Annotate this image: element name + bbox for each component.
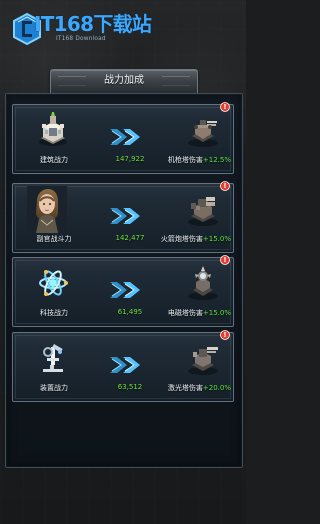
card-left-label: 装置战力 [40,384,68,392]
card-right-label-percent: +15.0% [202,235,231,243]
double-chevron-icon [110,208,140,224]
screen-title-plate: 战力加成 [50,69,198,95]
card-right-label-prefix: 机枪塔伤害 [167,156,203,164]
logo-subtitle: IT168 Download [56,36,106,42]
bonus-card-building[interactable]: 建筑战力 147,922 机枪塔伤害+12.5% ! [12,102,234,174]
card-right-label: 火箭炮塔伤害+15.0% [158,235,231,244]
electromagnetic-tower-icon [188,266,218,300]
card-right-label-percent: +15.0% [202,309,231,317]
card-value: 63,512 [117,383,143,391]
notice-mark: ! [223,256,227,264]
card-right-label: 机枪塔伤害+12.5% [158,156,231,165]
card-right-label-prefix: 火箭炮塔伤害 [160,235,203,243]
double-chevron-icon [110,357,140,373]
game-screen: IT168下载站 IT168 Download 战力加成 建筑战力 147,92… [0,0,246,524]
brand-logo: IT168下载站 IT168 Download [10,8,152,50]
card-right-label-percent: +20.0% [202,384,231,392]
laser-tower-icon [188,347,218,375]
bonus-card-technology[interactable]: 科技战力 61,495 电磁塔伤害+15.0% ! [12,255,234,327]
machine-gun-tower-icon [188,120,218,147]
card-right-label-percent: +12.5% [202,156,231,164]
bonus-card-officer[interactable]: 副官战斗力 142,477 火箭炮塔伤害+15.0% ! [12,181,234,253]
atom-icon [39,270,68,296]
card-left-label: 科技战力 [40,309,68,317]
card-right-label: 激光塔伤害+20.0% [158,384,231,393]
card-value: 142,477 [115,234,145,242]
officer-portrait-icon [27,186,67,233]
card-right-label-prefix: 电磁塔伤害 [167,309,203,317]
card-right-label: 电磁塔伤害+15.0% [158,309,231,318]
screen-title: 战力加成 [104,75,144,86]
notice-mark: ! [223,331,227,339]
microscope-icon [43,344,63,372]
card-right-label-prefix: 激光塔伤害 [167,384,203,392]
building-icon [39,112,67,146]
card-left-label: 建筑战力 [40,156,68,164]
notice-mark: ! [223,182,227,190]
bonus-card-device[interactable]: 装置战力 63,512 激光塔伤害+20.0% ! [12,330,234,402]
double-chevron-icon [110,129,140,145]
logo-title: IT168下载站 [34,12,152,36]
card-value: 61,495 [117,308,143,316]
double-chevron-icon [110,282,140,298]
card-left-label: 副官战斗力 [36,235,72,243]
notice-mark: ! [223,103,227,111]
rocket-tower-icon [188,197,218,226]
card-value: 147,922 [115,155,145,163]
